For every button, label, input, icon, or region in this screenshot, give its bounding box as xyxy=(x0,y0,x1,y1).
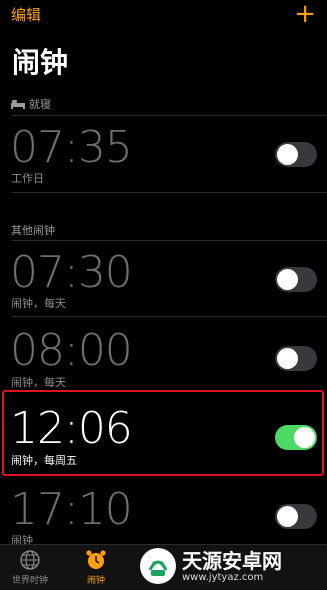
divider xyxy=(11,192,327,193)
section-sleep: 就寝 xyxy=(11,96,51,112)
highlight-box xyxy=(2,390,324,476)
toggle-knob xyxy=(277,144,298,165)
globe-icon xyxy=(20,550,40,570)
alarm-row[interactable]: 08:00 闹钟，每天 xyxy=(0,317,327,391)
page-title: 闹钟 xyxy=(12,46,69,79)
tab-alarm[interactable]: 闹钟 xyxy=(66,549,126,586)
edit-button[interactable]: 编辑 xyxy=(11,4,41,25)
watermark: 天源安卓网 www.jytyaz.com xyxy=(140,545,327,587)
tab-alarm-label: 闹钟 xyxy=(86,576,105,586)
alarm-label: 闹钟，每天 xyxy=(11,376,66,389)
alarm-clock-icon xyxy=(86,550,106,569)
alarm-time: 07:35 xyxy=(10,122,133,173)
nav-bar: 编辑 + xyxy=(0,0,327,32)
alarm-time: 17:10 xyxy=(10,484,133,535)
watermark-logo-icon xyxy=(140,548,176,584)
toggle-knob xyxy=(277,269,298,290)
alarm-toggle[interactable] xyxy=(275,346,317,371)
section-sleep-label: 就寝 xyxy=(29,98,51,111)
alarm-toggle[interactable] xyxy=(275,267,317,292)
alarm-toggle[interactable] xyxy=(275,504,317,529)
alarm-label: 闹钟，每天 xyxy=(11,297,66,310)
alarm-row[interactable]: 17:10 闹钟 xyxy=(0,478,327,547)
toggle-knob xyxy=(277,348,298,369)
alarm-time: 08:00 xyxy=(10,325,133,376)
tab-world-clock-label: 世界时钟 xyxy=(11,576,48,586)
toggle-knob xyxy=(277,506,298,527)
alarm-time: 07:30 xyxy=(10,247,133,298)
tab-world-clock[interactable]: 世界时钟 xyxy=(0,549,60,586)
watermark-url: www.jytyaz.com xyxy=(182,571,264,583)
alarm-row[interactable]: 07:30 闹钟，每天 xyxy=(0,241,327,315)
section-other-label: 其他闹钟 xyxy=(11,224,55,237)
bed-icon xyxy=(11,100,25,109)
watermark-name: 天源安卓网 xyxy=(182,548,282,573)
add-alarm-button[interactable]: + xyxy=(294,0,316,28)
alarm-label: 工作日 xyxy=(11,172,44,185)
alarm-toggle[interactable] xyxy=(275,142,317,167)
alarm-row[interactable]: 07:35 工作日 xyxy=(0,116,327,190)
